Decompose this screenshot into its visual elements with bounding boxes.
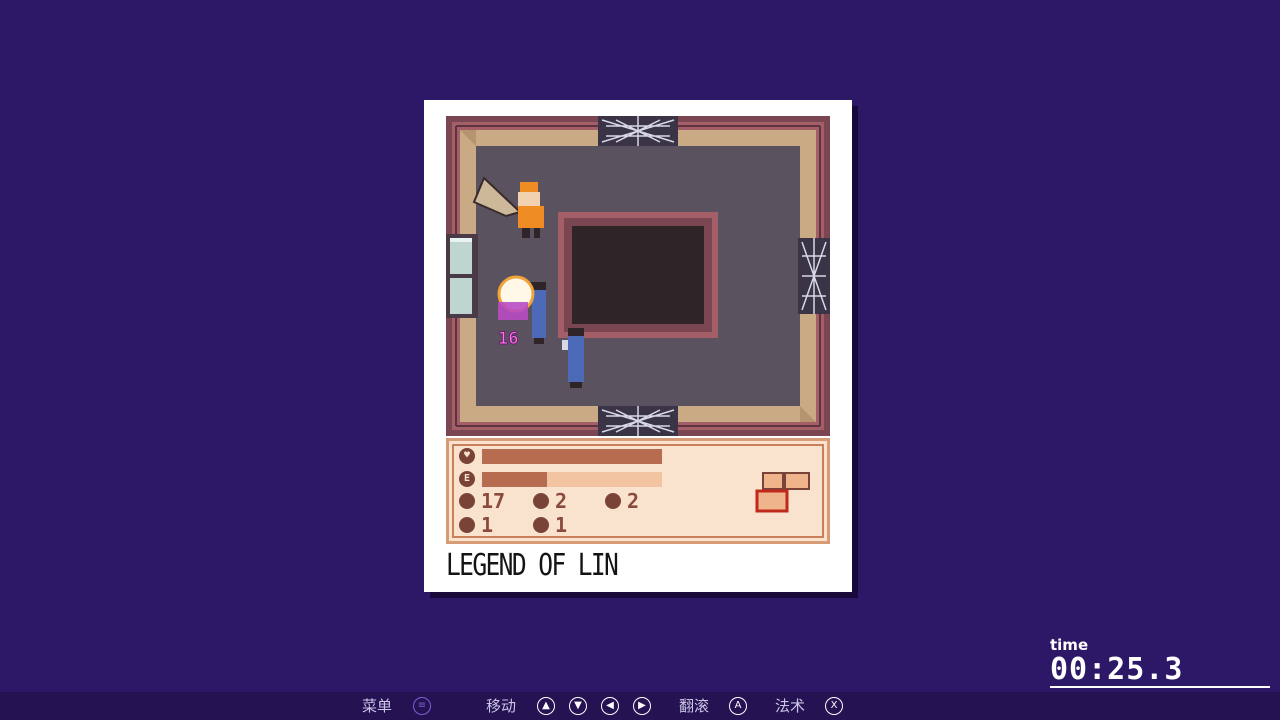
dpad-down-icon[interactable]: ▼: [569, 697, 587, 715]
energy-bar-fill: [482, 472, 547, 487]
minimap-current-room: [755, 489, 789, 513]
hint-menu: 菜单: [362, 697, 393, 715]
dpad-right-icon[interactable]: ▶: [633, 697, 651, 715]
status-hud: ♥ E 17 2 2 1 1: [446, 438, 830, 544]
health-bar-fill: [482, 449, 662, 464]
game-title: LEGEND OF LIN: [446, 548, 619, 583]
stat-a: 2: [605, 491, 639, 511]
pit: [572, 226, 704, 324]
cobweb-bottom: [598, 406, 678, 436]
energy-icon: E: [459, 471, 475, 487]
minimap: [755, 472, 810, 513]
left-door: [446, 234, 478, 318]
damage-effect: [498, 302, 528, 320]
d-icon: [533, 516, 549, 533]
hint-flip: 翻滚: [679, 697, 710, 715]
menu-button-icon[interactable]: ≡: [413, 697, 431, 715]
dpad-up-icon[interactable]: ▲: [537, 697, 555, 715]
a-button-icon[interactable]: A: [729, 697, 747, 715]
stat-d: 1: [533, 515, 567, 535]
energy-bar: [482, 472, 662, 487]
dungeon-room: 16: [446, 116, 830, 436]
damage-number: 16: [498, 329, 518, 349]
hint-move: 移动: [486, 697, 517, 715]
stat-l: 2: [533, 491, 567, 511]
cobweb-top: [598, 116, 678, 146]
sword-icon: [459, 492, 475, 509]
l-icon: [533, 492, 549, 509]
timer-underline: [1050, 686, 1270, 688]
stat-a-value: 2: [627, 489, 640, 513]
stat-bomb-value: 1: [481, 513, 494, 537]
minimap-room: [784, 472, 810, 490]
health-bar: [482, 449, 662, 464]
dpad-left-icon[interactable]: ◀: [601, 697, 619, 715]
stat-attack-value: 17: [481, 489, 506, 513]
cobweb-right: [798, 238, 830, 314]
stat-l-value: 2: [555, 489, 568, 513]
bomb-icon: [459, 516, 475, 533]
minimap-room: [762, 472, 784, 490]
x-button-icon[interactable]: X: [825, 697, 843, 715]
stat-d-value: 1: [555, 513, 568, 537]
timer-value: 00:25.3: [1050, 652, 1184, 687]
a-icon: [605, 492, 621, 509]
hint-spell: 法术: [775, 697, 806, 715]
heart-icon: ♥: [459, 448, 475, 464]
stat-attack: 17: [459, 491, 505, 511]
stat-bomb: 1: [459, 515, 493, 535]
